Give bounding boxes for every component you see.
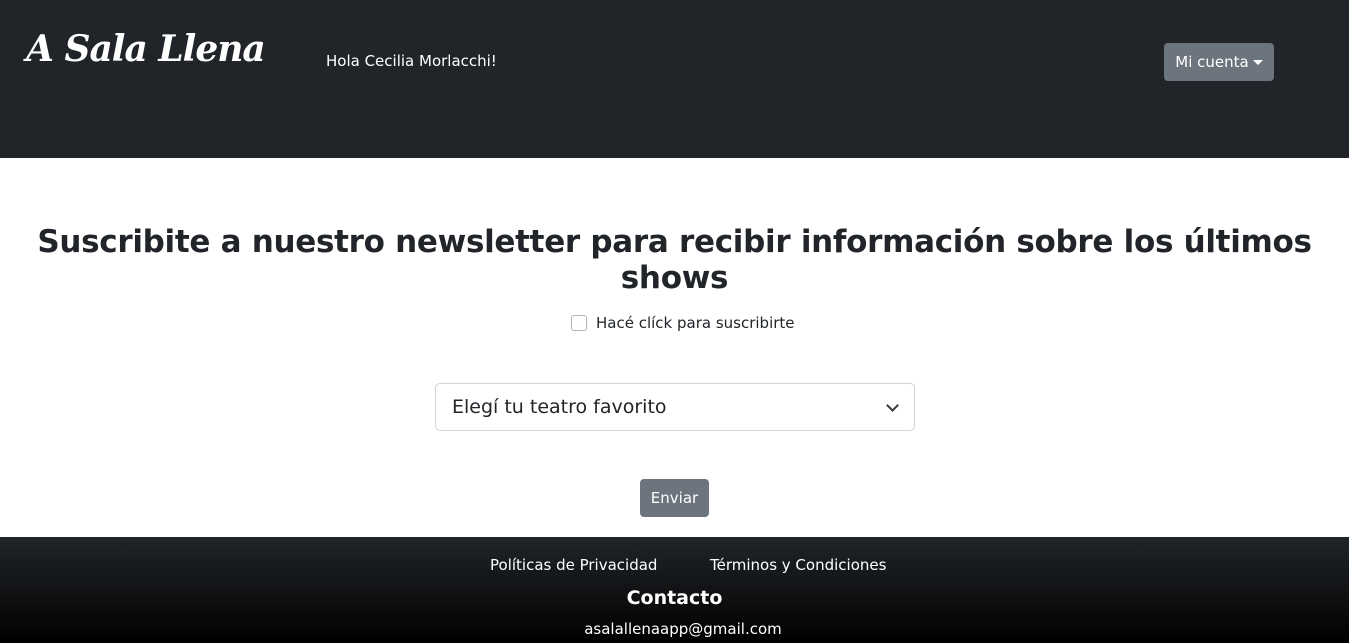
- select-value: Elegí tu teatro favorito: [452, 396, 667, 418]
- user-greeting: Hola Cecilia Morlacchi!: [326, 52, 497, 70]
- newsletter-headline: Suscribite a nuestro newsletter para rec…: [37, 224, 1312, 296]
- contact-email: asalallenaapp@gmail.com: [584, 620, 782, 638]
- chevron-down-icon: [886, 399, 899, 412]
- privacy-policy-link[interactable]: Políticas de Privacidad: [490, 556, 657, 574]
- account-dropdown-button[interactable]: Mi cuenta: [1164, 43, 1274, 81]
- footer: Políticas de Privacidad Términos y Condi…: [0, 537, 1349, 643]
- brand-logo[interactable]: A Sala Llena: [26, 28, 266, 70]
- navbar: A Sala Llena Hola Cecilia Morlacchi! Mi …: [0, 0, 1349, 158]
- account-button-label: Mi cuenta: [1175, 53, 1249, 71]
- terms-conditions-link[interactable]: Términos y Condiciones: [710, 556, 886, 574]
- subscribe-check-row: Hacé clíck para suscribirte: [571, 313, 795, 333]
- contact-title: Contacto: [626, 587, 723, 609]
- subscribe-checkbox-label[interactable]: Hacé clíck para suscribirte: [596, 314, 795, 332]
- subscribe-checkbox[interactable]: [571, 315, 587, 331]
- submit-button[interactable]: Enviar: [640, 479, 709, 517]
- favorite-theater-select[interactable]: Elegí tu teatro favorito: [435, 383, 915, 431]
- caret-down-icon: [1252, 60, 1263, 65]
